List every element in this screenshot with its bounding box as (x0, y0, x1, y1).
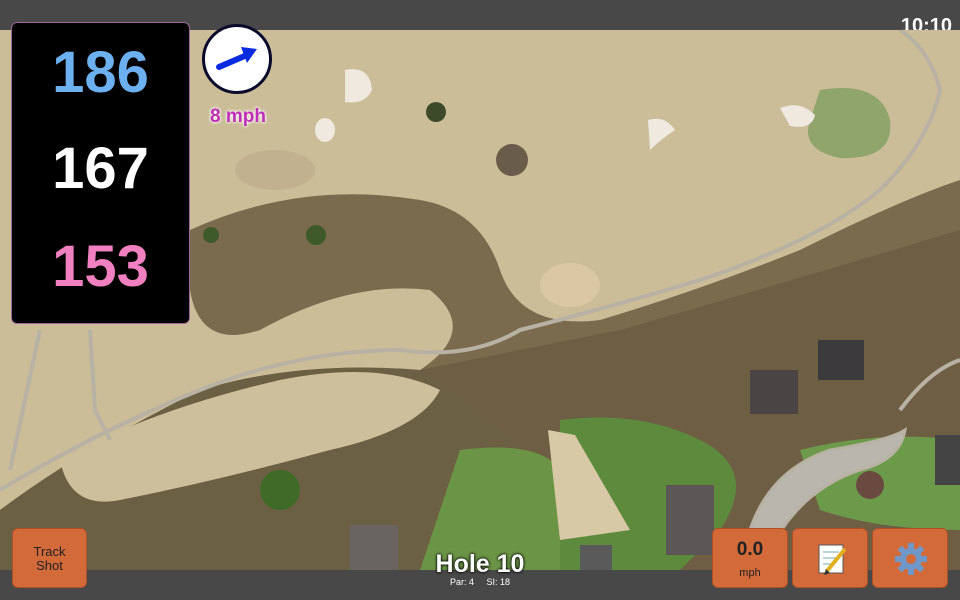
notes-button[interactable] (792, 528, 868, 588)
hole-info: Par: 4 SI: 18 (380, 577, 580, 587)
speed-value: 0.0 (736, 539, 764, 560)
wind-indicator (202, 24, 272, 94)
si-label: SI: 18 (486, 577, 511, 587)
notepad-icon (818, 544, 847, 575)
distance-panel: 186 167 153 (11, 22, 190, 324)
settings-button[interactable] (872, 528, 948, 588)
wind-speed: 8 mph (210, 106, 266, 127)
arrow-icon (216, 47, 257, 70)
speed-button[interactable]: 0.0 mph (712, 528, 788, 588)
distance-back: 186 (52, 40, 149, 105)
par-label: Par: 4 (449, 577, 474, 587)
track-shot-label-line1: Track (33, 544, 66, 559)
distance-front: 153 (52, 234, 149, 299)
distance-middle: 167 (52, 136, 149, 201)
track-shot-button[interactable]: Track Shot (12, 528, 87, 588)
gear-icon (895, 543, 927, 575)
track-shot-label-line2: Shot (36, 558, 63, 573)
hole-title: Hole 10 (435, 550, 525, 578)
speed-unit: mph (739, 567, 761, 579)
